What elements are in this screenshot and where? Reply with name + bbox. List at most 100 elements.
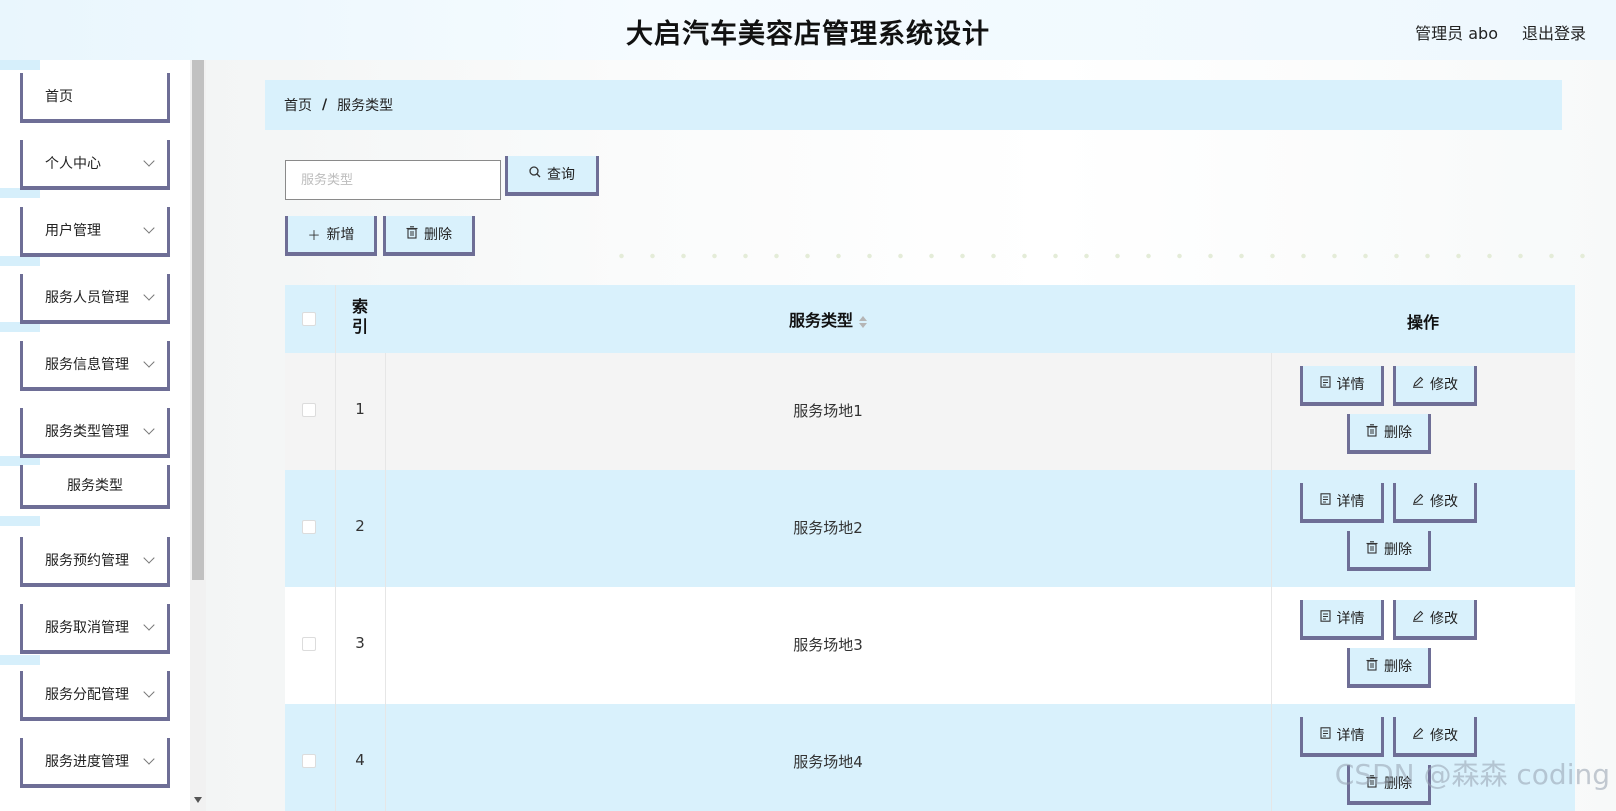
edit-button[interactable]: 修改 — [1393, 366, 1477, 406]
sidebar-item-label: 个人中心 — [45, 156, 101, 172]
row-checkbox[interactable] — [302, 637, 316, 651]
sidebar-item-10[interactable]: 服务进度管理 — [20, 738, 170, 788]
add-button[interactable]: ＋ 新增 — [285, 216, 377, 256]
row-delete-button[interactable]: 删除 — [1347, 531, 1431, 571]
detail-button-label: 详情 — [1336, 377, 1365, 393]
sidebar-item-4[interactable]: 服务信息管理 — [20, 341, 170, 391]
row-service-type: 服务场地4 — [793, 753, 863, 771]
detail-button-label: 详情 — [1336, 494, 1365, 510]
sidebar-item-label: 服务信息管理 — [45, 357, 129, 373]
sidebar: 首页 个人中心 用户管理 服务人员管理 服务信息管理 服务类型管理 服务类型 服务预约管理 服务… — [0, 60, 190, 811]
sidebar-decoration — [0, 60, 40, 70]
sidebar-item-label: 用户管理 — [45, 223, 101, 239]
scrollbar-thumb[interactable] — [192, 60, 204, 580]
breadcrumb-separator: / — [322, 97, 328, 113]
sidebar-item-label: 服务预约管理 — [45, 553, 129, 569]
row-delete-button-label: 删除 — [1384, 425, 1412, 441]
scroll-down-arrow-icon[interactable] — [194, 797, 202, 803]
sidebar-item-label: 服务人员管理 — [45, 290, 129, 306]
watermark: CSDN @森森 coding — [1334, 758, 1610, 791]
edit-button-label: 修改 — [1430, 494, 1458, 510]
current-user: 管理员 abo — [1415, 24, 1498, 43]
search-icon — [529, 166, 541, 182]
sidebar-item-2[interactable]: 用户管理 — [20, 207, 170, 257]
sidebar-item-label: 服务类型 — [67, 478, 123, 494]
trash-icon — [1366, 540, 1378, 558]
table-row: 2 服务场地2 详情 修改删除 — [285, 470, 1575, 587]
chevron-down-icon — [143, 222, 155, 234]
breadcrumb: 首页 / 服务类型 — [265, 80, 1562, 130]
sidebar-item-label: 首页 — [45, 89, 73, 105]
edit-button-label: 修改 — [1430, 611, 1458, 627]
header-service-type[interactable]: 服务类型 — [385, 307, 1271, 331]
sidebar-scrollbar[interactable] — [190, 60, 206, 811]
row-delete-button[interactable]: 删除 — [1347, 648, 1431, 688]
sidebar-item-1[interactable]: 个人中心 — [20, 140, 170, 190]
row-index: 3 — [355, 634, 365, 652]
detail-button[interactable]: 详情 — [1300, 366, 1384, 406]
main-content: 首页 / 服务类型 查询 ＋ 新增 删除 索引 服务类型 — [206, 60, 1616, 811]
sidebar-item-9[interactable]: 服务分配管理 — [20, 671, 170, 721]
edit-button[interactable]: 修改 — [1393, 717, 1477, 757]
row-delete-button[interactable]: 删除 — [1347, 414, 1431, 454]
edit-button[interactable]: 修改 — [1393, 600, 1477, 640]
decorative-dots — [606, 250, 1606, 262]
chevron-down-icon — [143, 356, 155, 368]
row-delete-button-label: 删除 — [1384, 542, 1412, 558]
document-icon — [1319, 376, 1331, 392]
data-table: 索引 服务类型 操作 1 服务场地1 详情 修改 删除 2 服务场地2 详情 修改 删除 3 服务场地… — [285, 285, 1575, 811]
sidebar-item-3[interactable]: 服务人员管理 — [20, 274, 170, 324]
sidebar-item-8[interactable]: 服务取消管理 — [20, 604, 170, 654]
row-delete-button-label: 删除 — [1384, 659, 1412, 675]
chevron-down-icon — [143, 686, 155, 698]
detail-button[interactable]: 详情 — [1300, 600, 1384, 640]
row-service-type: 服务场地2 — [793, 519, 863, 537]
table-row: 1 服务场地1 详情 修改删除 — [285, 353, 1575, 470]
sidebar-item-0[interactable]: 首页 — [20, 73, 170, 123]
select-all-checkbox[interactable] — [302, 312, 316, 326]
chevron-down-icon — [143, 753, 155, 765]
row-actions: 详情 修改删除 — [1271, 587, 1575, 704]
edit-icon — [1412, 727, 1424, 743]
row-checkbox[interactable] — [302, 754, 316, 768]
edit-icon — [1412, 610, 1424, 626]
document-icon — [1319, 727, 1331, 743]
sidebar-item-5[interactable]: 服务类型管理 — [20, 408, 170, 458]
detail-button[interactable]: 详情 — [1300, 717, 1384, 757]
row-checkbox[interactable] — [302, 403, 316, 417]
sidebar-decoration — [0, 516, 40, 526]
chevron-down-icon — [143, 423, 155, 435]
search-input[interactable] — [285, 160, 501, 200]
sidebar-item-7[interactable]: 服务预约管理 — [20, 537, 170, 587]
sidebar-item-6[interactable]: 服务类型 — [20, 465, 170, 509]
sort-icon[interactable] — [859, 315, 867, 328]
detail-button[interactable]: 详情 — [1300, 483, 1384, 523]
search-button[interactable]: 查询 — [505, 156, 599, 196]
row-index: 1 — [355, 400, 365, 418]
bulk-delete-button[interactable]: 删除 — [383, 216, 475, 256]
table-row: 3 服务场地3 详情 修改 删除 — [285, 587, 1575, 704]
bulk-delete-button-label: 删除 — [424, 227, 452, 243]
breadcrumb-home[interactable]: 首页 — [284, 95, 312, 115]
search-button-label: 查询 — [547, 167, 575, 183]
row-service-type: 服务场地1 — [793, 402, 863, 420]
header-index: 索引 — [335, 297, 385, 337]
table-header: 索引 服务类型 操作 — [285, 285, 1575, 353]
chevron-down-icon — [143, 155, 155, 167]
chevron-down-icon — [143, 289, 155, 301]
row-index: 2 — [355, 517, 365, 535]
header-service-type-label: 服务类型 — [788, 311, 853, 330]
edit-icon — [1412, 493, 1424, 509]
row-actions: 详情 修改删除 — [1271, 470, 1575, 587]
sidebar-item-label: 服务类型管理 — [45, 424, 129, 440]
trash-icon — [1366, 423, 1378, 441]
edit-button[interactable]: 修改 — [1393, 483, 1477, 523]
edit-button-label: 修改 — [1430, 728, 1458, 744]
header: 大启汽车美容店管理系统设计 管理员 abo 退出登录 — [0, 0, 1616, 60]
sidebar-item-label: 服务分配管理 — [45, 687, 129, 703]
sidebar-item-label: 服务取消管理 — [45, 620, 129, 636]
row-checkbox[interactable] — [302, 520, 316, 534]
detail-button-label: 详情 — [1336, 611, 1365, 627]
logout-link[interactable]: 退出登录 — [1522, 20, 1586, 44]
sidebar-decoration — [0, 256, 40, 266]
